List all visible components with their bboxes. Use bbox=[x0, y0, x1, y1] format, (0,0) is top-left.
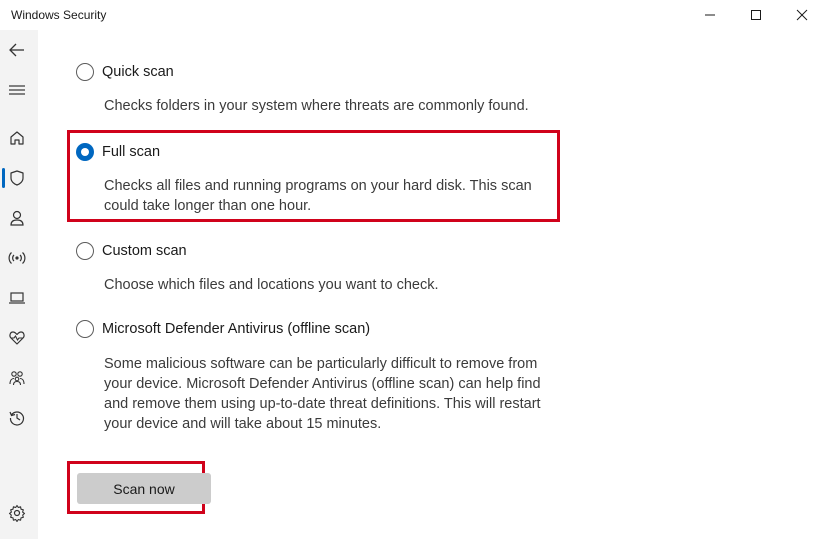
maximize-button[interactable] bbox=[732, 0, 780, 30]
quick-scan-option[interactable]: Quick scan bbox=[76, 63, 174, 81]
sidebar-item-family-options[interactable] bbox=[7, 368, 27, 388]
custom-scan-radio[interactable] bbox=[76, 242, 94, 260]
quick-scan-radio[interactable] bbox=[76, 63, 94, 81]
history-icon bbox=[9, 411, 25, 426]
full-scan-description-line: could take longer than one hour. bbox=[104, 198, 312, 214]
scan-options-panel: Quick scan Checks folders in your system… bbox=[38, 30, 821, 539]
menu-button[interactable] bbox=[7, 80, 27, 100]
home-icon bbox=[10, 131, 24, 145]
sidebar-item-device-security[interactable] bbox=[7, 328, 27, 348]
custom-scan-option[interactable]: Custom scan bbox=[76, 242, 187, 260]
offline-scan-option[interactable]: Microsoft Defender Antivirus (offline sc… bbox=[76, 320, 370, 338]
offline-scan-description-line: Some malicious software can be particula… bbox=[104, 356, 538, 372]
sidebar-item-home[interactable] bbox=[7, 128, 27, 148]
quick-scan-label: Quick scan bbox=[102, 64, 174, 80]
person-icon bbox=[10, 210, 24, 226]
offline-scan-description: Some malicious software can be particula… bbox=[104, 354, 541, 434]
offline-scan-radio[interactable] bbox=[76, 320, 94, 338]
sidebar bbox=[0, 30, 38, 539]
full-scan-label: Full scan bbox=[102, 144, 161, 160]
custom-scan-label: Custom scan bbox=[102, 243, 187, 259]
window-title: Windows Security bbox=[11, 8, 107, 22]
heart-pulse-icon bbox=[9, 331, 25, 345]
sidebar-item-settings[interactable] bbox=[7, 503, 27, 523]
sidebar-item-app-browser-control[interactable] bbox=[7, 288, 27, 308]
antenna-icon bbox=[8, 252, 26, 264]
scan-now-button[interactable]: Scan now bbox=[77, 473, 211, 504]
offline-scan-description-line: and remove them using up-to-date threat … bbox=[104, 396, 541, 412]
custom-scan-description: Choose which files and locations you wan… bbox=[104, 277, 439, 293]
sidebar-item-virus-protection[interactable] bbox=[7, 168, 27, 188]
minimize-button[interactable] bbox=[686, 0, 734, 30]
back-button[interactable] bbox=[7, 40, 27, 60]
title-bar: Windows Security bbox=[0, 0, 821, 30]
full-scan-description-line: Checks all files and running programs on… bbox=[104, 178, 532, 194]
close-icon bbox=[796, 9, 808, 21]
full-scan-radio[interactable] bbox=[76, 143, 94, 161]
offline-scan-description-line: your device and will take about 15 minut… bbox=[104, 416, 382, 432]
sidebar-selected-indicator bbox=[2, 168, 5, 188]
close-button[interactable] bbox=[778, 0, 821, 30]
full-scan-option[interactable]: Full scan bbox=[76, 143, 160, 161]
gear-icon bbox=[8, 504, 26, 522]
family-icon bbox=[9, 371, 25, 386]
hamburger-icon bbox=[9, 85, 25, 95]
quick-scan-description: Checks folders in your system where thre… bbox=[104, 98, 529, 114]
minimize-icon bbox=[705, 14, 715, 16]
sidebar-item-account-protection[interactable] bbox=[7, 208, 27, 228]
maximize-icon bbox=[751, 10, 761, 20]
shield-icon bbox=[10, 170, 24, 186]
offline-scan-description-line: your device. Microsoft Defender Antiviru… bbox=[104, 376, 541, 392]
offline-scan-label: Microsoft Defender Antivirus (offline sc… bbox=[102, 321, 371, 337]
laptop-icon bbox=[9, 292, 25, 304]
sidebar-item-protection-history[interactable] bbox=[7, 408, 27, 428]
full-scan-description: Checks all files and running programs on… bbox=[104, 176, 532, 216]
sidebar-item-firewall[interactable] bbox=[7, 248, 27, 268]
back-arrow-icon bbox=[9, 43, 24, 57]
